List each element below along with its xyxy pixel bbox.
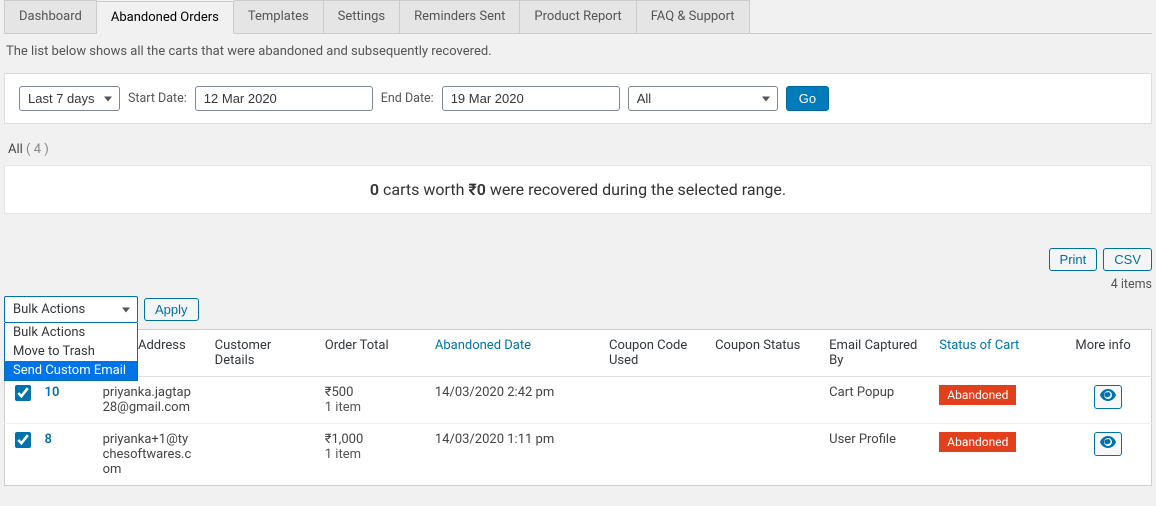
customer-cell [205, 424, 315, 486]
tabs-nav: DashboardAbandoned OrdersTemplatesSettin… [4, 0, 1152, 34]
order-id-link[interactable]: 10 [45, 385, 60, 400]
col-coupon: Coupon Code Used [599, 330, 705, 377]
tab-dashboard[interactable]: Dashboard [4, 0, 97, 33]
coupon-cell [599, 424, 705, 486]
col-customer: Customer Details [205, 330, 315, 377]
view-paren: ( 4 ) [26, 142, 49, 157]
recovery-summary: 0 carts worth ₹0 were recovered during t… [4, 165, 1152, 214]
bulk-option[interactable]: Bulk Actions [5, 323, 137, 342]
csv-button[interactable]: CSV [1103, 248, 1152, 271]
status-badge: Abandoned [939, 432, 1016, 452]
col-status[interactable]: Status of Cart [929, 330, 1065, 377]
eye-icon [1100, 389, 1116, 405]
tab-settings[interactable]: Settings [324, 0, 400, 33]
tab-reminders-sent[interactable]: Reminders Sent [400, 0, 520, 33]
bulk-option[interactable]: Move to Trash [5, 342, 137, 361]
captured-cell: User Profile [819, 424, 929, 486]
email-cell: priyanka+1@tychesoftwares.com [93, 424, 205, 486]
customer-cell [205, 377, 315, 424]
row-checkbox[interactable] [15, 432, 31, 448]
email-cell: priyanka.jagtap28@gmail.com [93, 377, 205, 424]
start-date-input[interactable] [195, 86, 373, 111]
coupon-cell [599, 377, 705, 424]
eye-icon [1100, 436, 1116, 452]
filter-bar: Last 7 days Start Date: End Date: All Go [4, 73, 1152, 124]
status-filter-select[interactable]: All [628, 86, 778, 111]
total-cell: ₹1,0001 item [315, 424, 425, 486]
col-coupon-status: Coupon Status [705, 330, 819, 377]
captured-cell: Cart Popup [819, 377, 929, 424]
list-toolbar: Print CSV 4 items [4, 248, 1152, 296]
go-button[interactable]: Go [786, 86, 829, 111]
view-count: All ( 4 ) [4, 124, 1152, 165]
view-button[interactable] [1094, 432, 1122, 456]
end-date-input[interactable] [442, 86, 620, 111]
coupon-status-cell [705, 377, 819, 424]
page-description: The list below shows all the carts that … [4, 34, 1152, 73]
tab-faq-support[interactable]: FAQ & Support [637, 0, 750, 33]
end-date-label: End Date: [381, 91, 434, 106]
print-button[interactable]: Print [1049, 248, 1098, 271]
items-count: 4 items [1049, 277, 1152, 292]
bulk-option[interactable]: Send Custom Email [5, 361, 137, 380]
status-badge: Abandoned [939, 385, 1016, 405]
table-row: 10 priyanka.jagtap28@gmail.com ₹5001 item1… [5, 377, 1152, 424]
summary-count: 0 [370, 180, 379, 199]
date-cell: 14/03/2020 2:42 pm [425, 377, 599, 424]
apply-button[interactable]: Apply [144, 298, 199, 321]
coupon-status-cell [705, 424, 819, 486]
date-range-select[interactable]: Last 7 days [19, 86, 120, 111]
view-button[interactable] [1094, 385, 1122, 409]
bulk-actions-wrap: Bulk Actions Bulk ActionsMove to TrashSe… [4, 296, 1152, 323]
total-cell: ₹5001 item [315, 377, 425, 424]
order-id-link[interactable]: 8 [45, 432, 52, 447]
bulk-actions-select[interactable]: Bulk Actions [4, 296, 138, 323]
col-captured: Email Captured By [819, 330, 929, 377]
summary-amount: ₹0 [468, 180, 486, 199]
bulk-actions-dropdown: Bulk ActionsMove to TrashSend Custom Ema… [4, 323, 138, 381]
view-label: All [8, 142, 23, 157]
tab-abandoned-orders[interactable]: Abandoned Orders [97, 1, 234, 34]
start-date-label: Start Date: [128, 91, 187, 106]
table-row: 8 priyanka+1@tychesoftwares.com ₹1,0001 it… [5, 424, 1152, 486]
tab-product-report[interactable]: Product Report [520, 0, 636, 33]
col-total: Order Total [315, 330, 425, 377]
date-cell: 14/03/2020 1:11 pm [425, 424, 599, 486]
col-date[interactable]: Abandoned Date [425, 330, 599, 377]
col-more: More info [1065, 330, 1151, 377]
orders-table: Id Email Address Customer Details Order … [4, 329, 1152, 486]
tab-templates[interactable]: Templates [234, 0, 324, 33]
row-checkbox[interactable] [15, 385, 31, 401]
